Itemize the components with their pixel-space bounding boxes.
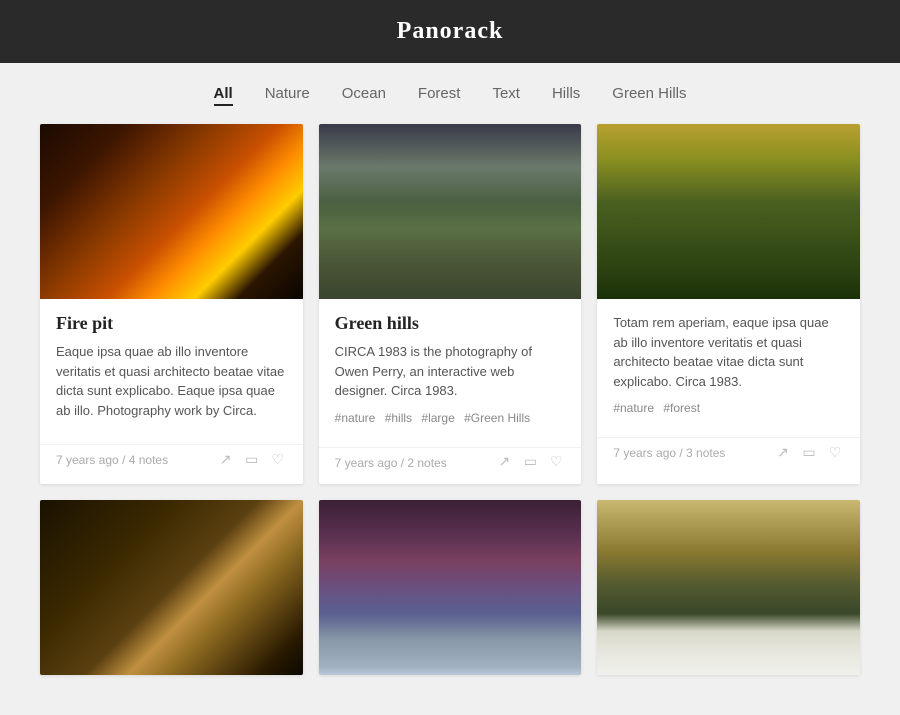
card-footer-firepit: 7 years ago / 4 notes ↗ ▭ ♡ bbox=[40, 444, 303, 481]
card-meta-greenhills: 7 years ago / 2 notes bbox=[335, 456, 447, 470]
card-title-firepit: Fire pit bbox=[56, 313, 287, 334]
like-icon-forest[interactable]: ♡ bbox=[826, 444, 844, 462]
nav-item-ocean[interactable]: Ocean bbox=[342, 85, 386, 102]
like-icon-firepit[interactable]: ♡ bbox=[269, 451, 287, 469]
comment-icon-forest[interactable]: ▭ bbox=[800, 444, 818, 462]
card-greenhills: Green hills CIRCA 1983 is the photograph… bbox=[319, 124, 582, 484]
card-firepit: Fire pit Eaque ipsa quae ab illo invento… bbox=[40, 124, 303, 484]
nav-item-all[interactable]: All bbox=[214, 85, 233, 106]
card-ocean bbox=[319, 500, 582, 675]
card-image-ocean bbox=[319, 500, 582, 675]
card-image-forest bbox=[597, 124, 860, 299]
nav-item-text[interactable]: Text bbox=[492, 85, 520, 102]
card-forest: Totam rem aperiam, eaque ipsa quae ab il… bbox=[597, 124, 860, 484]
tag-nature-forest[interactable]: #nature bbox=[613, 401, 654, 415]
tag-forest[interactable]: #forest bbox=[663, 401, 700, 415]
card-tags-greenhills: #nature #hills #large #Green Hills bbox=[335, 411, 566, 425]
nav-item-forest[interactable]: Forest bbox=[418, 85, 461, 102]
card-clouds bbox=[597, 500, 860, 675]
tag-large[interactable]: #large bbox=[421, 411, 454, 425]
card-actions-forest: ↗ ▭ ♡ bbox=[774, 444, 844, 462]
category-nav: All Nature Ocean Forest Text Hills Green… bbox=[0, 63, 900, 124]
nav-item-nature[interactable]: Nature bbox=[265, 85, 310, 102]
card-actions-firepit: ↗ ▭ ♡ bbox=[217, 451, 287, 469]
site-header: Panorack bbox=[0, 0, 900, 63]
tag-hills[interactable]: #hills bbox=[385, 411, 412, 425]
card-cockpit bbox=[40, 500, 303, 675]
comment-icon-greenhills[interactable]: ▭ bbox=[521, 454, 539, 472]
card-image-clouds bbox=[597, 500, 860, 675]
share-icon-greenhills[interactable]: ↗ bbox=[495, 454, 513, 472]
card-title-greenhills: Green hills bbox=[335, 313, 566, 334]
tag-greenhills[interactable]: #Green Hills bbox=[464, 411, 530, 425]
card-meta-firepit: 7 years ago / 4 notes bbox=[56, 453, 168, 467]
site-title: Panorack bbox=[0, 18, 900, 45]
card-meta-forest: 7 years ago / 3 notes bbox=[613, 446, 725, 460]
comment-icon-firepit[interactable]: ▭ bbox=[243, 451, 261, 469]
card-footer-greenhills: 7 years ago / 2 notes ↗ ▭ ♡ bbox=[319, 447, 582, 484]
tag-nature[interactable]: #nature bbox=[335, 411, 376, 425]
like-icon-greenhills[interactable]: ♡ bbox=[547, 454, 565, 472]
card-footer-forest: 7 years ago / 3 notes ↗ ▭ ♡ bbox=[597, 437, 860, 474]
card-tags-forest: #nature #forest bbox=[613, 401, 844, 415]
nav-item-greenhills[interactable]: Green Hills bbox=[612, 85, 686, 102]
photo-gallery: Fire pit Eaque ipsa quae ab illo invento… bbox=[0, 124, 900, 715]
card-desc-forest: Totam rem aperiam, eaque ipsa quae ab il… bbox=[613, 313, 844, 391]
card-desc-firepit: Eaque ipsa quae ab illo inventore verita… bbox=[56, 342, 287, 420]
card-image-firepit bbox=[40, 124, 303, 299]
share-icon-firepit[interactable]: ↗ bbox=[217, 451, 235, 469]
card-body-greenhills: Green hills CIRCA 1983 is the photograph… bbox=[319, 299, 582, 443]
nav-item-hills[interactable]: Hills bbox=[552, 85, 580, 102]
card-body-forest: Totam rem aperiam, eaque ipsa quae ab il… bbox=[597, 299, 860, 433]
card-actions-greenhills: ↗ ▭ ♡ bbox=[495, 454, 565, 472]
card-image-cockpit bbox=[40, 500, 303, 675]
card-body-firepit: Fire pit Eaque ipsa quae ab illo invento… bbox=[40, 299, 303, 440]
card-image-greenhills bbox=[319, 124, 582, 299]
card-desc-greenhills: CIRCA 1983 is the photography of Owen Pe… bbox=[335, 342, 566, 401]
share-icon-forest[interactable]: ↗ bbox=[774, 444, 792, 462]
